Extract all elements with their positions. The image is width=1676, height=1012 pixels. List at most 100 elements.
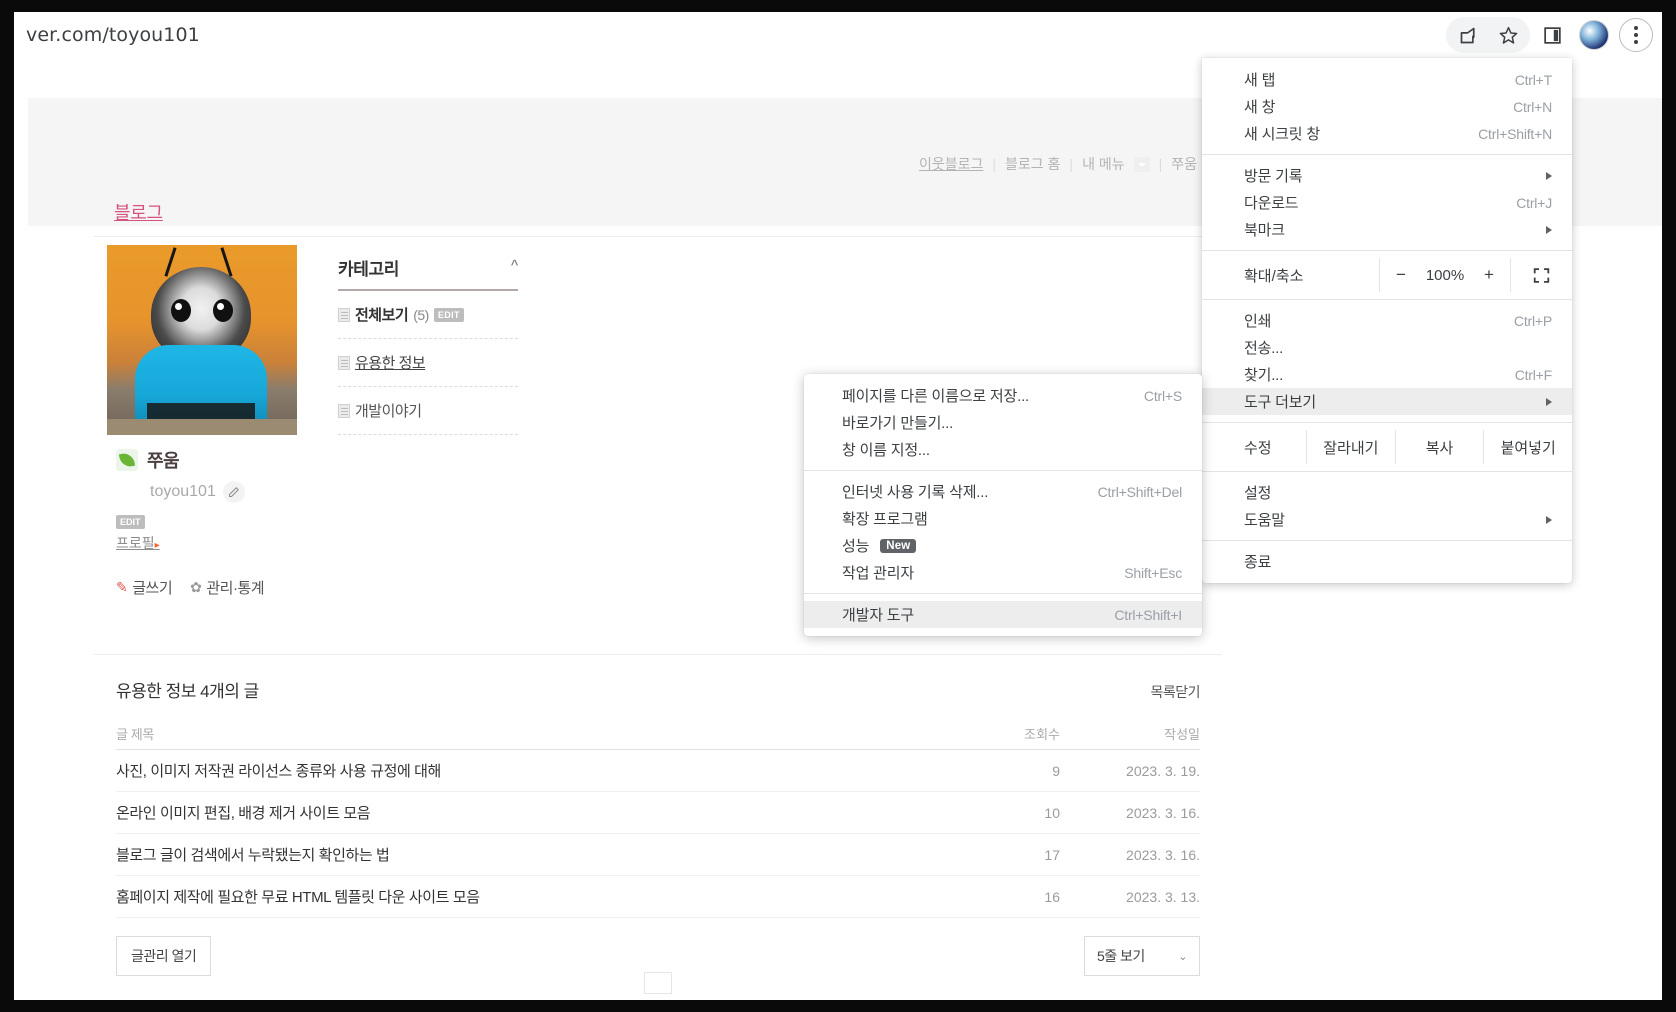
toolbar-pill-group: [1446, 17, 1530, 53]
category-item-useful-info[interactable]: 유용한 정보: [338, 339, 518, 387]
menu-item-new-window[interactable]: 새 창 Ctrl+N: [1202, 93, 1572, 120]
rows-per-page-select[interactable]: 5줄 보기 ⌄: [1084, 936, 1200, 976]
document-icon: [338, 307, 350, 322]
menu-item-downloads[interactable]: 다운로드 Ctrl+J: [1202, 189, 1572, 216]
leaf-icon: [116, 449, 138, 471]
menu-item-label: 새 탭: [1244, 72, 1276, 89]
menu-item-label: 다운로드: [1244, 195, 1299, 212]
menu-zoom-row: 확대/축소 − 100% +: [1202, 258, 1572, 292]
blog-title-link[interactable]: 블로그: [114, 199, 163, 225]
post-list-header: 유용한 정보 4개의 글 목록닫기: [94, 655, 1222, 702]
post-title[interactable]: 온라인 이미지 편집, 배경 제거 사이트 모음: [116, 802, 940, 823]
submenu-item-extensions[interactable]: 확장 프로그램: [804, 505, 1202, 532]
chevron-down-icon: ⌄: [1178, 950, 1187, 963]
menu-item-label: 도움말: [1244, 512, 1285, 529]
submenu-item-create-shortcut[interactable]: 바로가기 만들기...: [804, 409, 1202, 436]
edit-badge[interactable]: EDIT: [433, 307, 464, 322]
profile-avatar[interactable]: [1574, 15, 1614, 55]
table-row[interactable]: 온라인 이미지 편집, 배경 제거 사이트 모음 10 2023. 3. 16.: [116, 792, 1200, 834]
gnb-neighbor-blog[interactable]: 이웃블로그: [919, 154, 983, 174]
menu-item-bookmarks[interactable]: 북마크: [1202, 216, 1572, 243]
fullscreen-icon[interactable]: [1510, 258, 1572, 292]
address-bar-url[interactable]: ver.com/toyou101: [26, 24, 200, 46]
chrome-main-menu: 새 탭 Ctrl+T 새 창 Ctrl+N 새 시크릿 창 Ctrl+Shift…: [1202, 58, 1572, 583]
gnb-user[interactable]: 쭈움: [1171, 154, 1197, 174]
profile-link[interactable]: 프로필▸: [116, 533, 160, 553]
owner-id-row: toyou101: [150, 481, 245, 503]
menu-item-new-incognito-window[interactable]: 새 시크릿 창 Ctrl+Shift+N: [1202, 120, 1572, 147]
new-badge: New: [880, 538, 917, 553]
browser-window: ver.com/toyou101 이웃블로그 | 블로그 홈 | 내 메뉴 | …: [14, 12, 1662, 1000]
manage-stats-label: 관리·통계: [206, 580, 265, 597]
zoom-controls: − 100% +: [1379, 258, 1510, 292]
submenu-item-clear-browsing-data[interactable]: 인터넷 사용 기록 삭제... Ctrl+Shift+Del: [804, 478, 1202, 505]
menu-item-label: 성능: [842, 538, 870, 555]
cut-button[interactable]: 잘라내기: [1306, 430, 1395, 464]
post-date: 2023. 3. 13.: [1126, 888, 1200, 905]
menu-item-shortcut: Ctrl+F: [1514, 366, 1553, 383]
submenu-item-developer-tools[interactable]: 개발자 도구 Ctrl+Shift+I: [804, 601, 1202, 628]
menu-item-label: 개발자 도구: [842, 607, 914, 624]
post-title[interactable]: 사진, 이미지 저작권 라이선스 종류와 사용 규정에 대해: [116, 760, 940, 781]
menu-item-label: 확장 프로그램: [842, 511, 928, 528]
category-item-dev-story[interactable]: 개발이야기: [338, 387, 518, 435]
menu-item-find[interactable]: 찾기... Ctrl+F: [1202, 361, 1572, 388]
menu-item-more-tools[interactable]: 도구 더보기: [1202, 388, 1572, 415]
category-item-all[interactable]: 전체보기 (5) EDIT: [338, 291, 518, 339]
menu-item-shortcut: Ctrl+T: [1514, 71, 1553, 88]
bookmark-star-icon[interactable]: [1488, 15, 1528, 55]
open-post-manager-button[interactable]: 글관리 열기: [116, 936, 212, 976]
side-panel-icon[interactable]: [1532, 15, 1572, 55]
manage-stats-button[interactable]: ✿ 관리·통계: [190, 577, 264, 598]
menu-item-settings[interactable]: 설정: [1202, 479, 1572, 506]
document-icon: [338, 403, 350, 418]
zoom-label: 확대/축소: [1244, 267, 1304, 285]
table-row[interactable]: 홈페이지 제작에 필요한 무료 HTML 템플릿 다운 사이트 모음 16 20…: [116, 876, 1200, 918]
column-header-views: 조회수: [1024, 727, 1060, 742]
category-item-label: 개발이야기: [355, 403, 422, 420]
menu-item-new-tab[interactable]: 새 탭 Ctrl+T: [1202, 66, 1572, 93]
submenu-item-name-window[interactable]: 창 이름 지정...: [804, 436, 1202, 463]
zoom-out-button[interactable]: −: [1384, 259, 1418, 291]
menu-item-label: 바로가기 만들기...: [842, 415, 954, 432]
menu-item-exit[interactable]: 종료: [1202, 548, 1572, 575]
page-scroll-marker: [644, 972, 672, 994]
paste-button[interactable]: 붙여넣기: [1483, 430, 1572, 464]
menu-divider: [1202, 422, 1572, 423]
submenu-item-save-page-as[interactable]: 페이지를 다른 이름으로 저장... Ctrl+S: [804, 382, 1202, 409]
share-icon[interactable]: [1448, 15, 1488, 55]
submenu-item-performance[interactable]: 성능 New: [804, 532, 1202, 559]
chevron-down-icon[interactable]: [1133, 156, 1150, 172]
gnb-my-menu[interactable]: 내 메뉴: [1082, 154, 1125, 174]
chevron-right-icon: [1546, 225, 1552, 234]
menu-divider: [1202, 471, 1572, 472]
menu-item-label: 방문 기록: [1244, 168, 1303, 185]
zoom-in-button[interactable]: +: [1472, 259, 1506, 291]
gnb-separator: |: [1158, 156, 1163, 172]
chevron-up-icon[interactable]: ^: [511, 257, 519, 272]
menu-item-shortcut: Ctrl+S: [1143, 387, 1182, 404]
category-item-count: (5): [413, 306, 429, 323]
post-title[interactable]: 블로그 글이 검색에서 누락됐는지 확인하는 법: [116, 844, 940, 865]
post-list-close-button[interactable]: 목록닫기: [1150, 682, 1200, 702]
menu-item-label: 인쇄: [1244, 313, 1272, 330]
owner-id: toyou101: [150, 483, 216, 500]
edit-pencil-icon[interactable]: [222, 481, 245, 503]
table-row[interactable]: 블로그 글이 검색에서 누락됐는지 확인하는 법 17 2023. 3. 16.: [116, 834, 1200, 876]
copy-button[interactable]: 복사: [1394, 430, 1484, 464]
gnb-blog-home[interactable]: 블로그 홈: [1005, 154, 1060, 174]
owner-edit-badge[interactable]: EDIT: [116, 515, 145, 529]
table-row[interactable]: 사진, 이미지 저작권 라이선스 종류와 사용 규정에 대해 9 2023. 3…: [116, 750, 1200, 792]
menu-item-history[interactable]: 방문 기록: [1202, 162, 1572, 189]
menu-item-cast[interactable]: 전송...: [1202, 334, 1572, 361]
post-title[interactable]: 홈페이지 제작에 필요한 무료 HTML 템플릿 다운 사이트 모음: [116, 886, 940, 907]
menu-item-print[interactable]: 인쇄 Ctrl+P: [1202, 307, 1572, 334]
post-table-header: 글 제목 조회수 작성일: [116, 718, 1200, 750]
browser-toolbar: ver.com/toyou101: [14, 12, 1662, 58]
menu-item-help[interactable]: 도움말: [1202, 506, 1572, 533]
write-post-button[interactable]: ✎ 글쓰기: [116, 577, 173, 598]
chrome-menu-kebab[interactable]: [1616, 15, 1656, 55]
menu-item-label: 설정: [1244, 485, 1272, 502]
menu-item-shortcut: Shift+Esc: [1124, 564, 1182, 581]
submenu-item-task-manager[interactable]: 작업 관리자 Shift+Esc: [804, 559, 1202, 586]
